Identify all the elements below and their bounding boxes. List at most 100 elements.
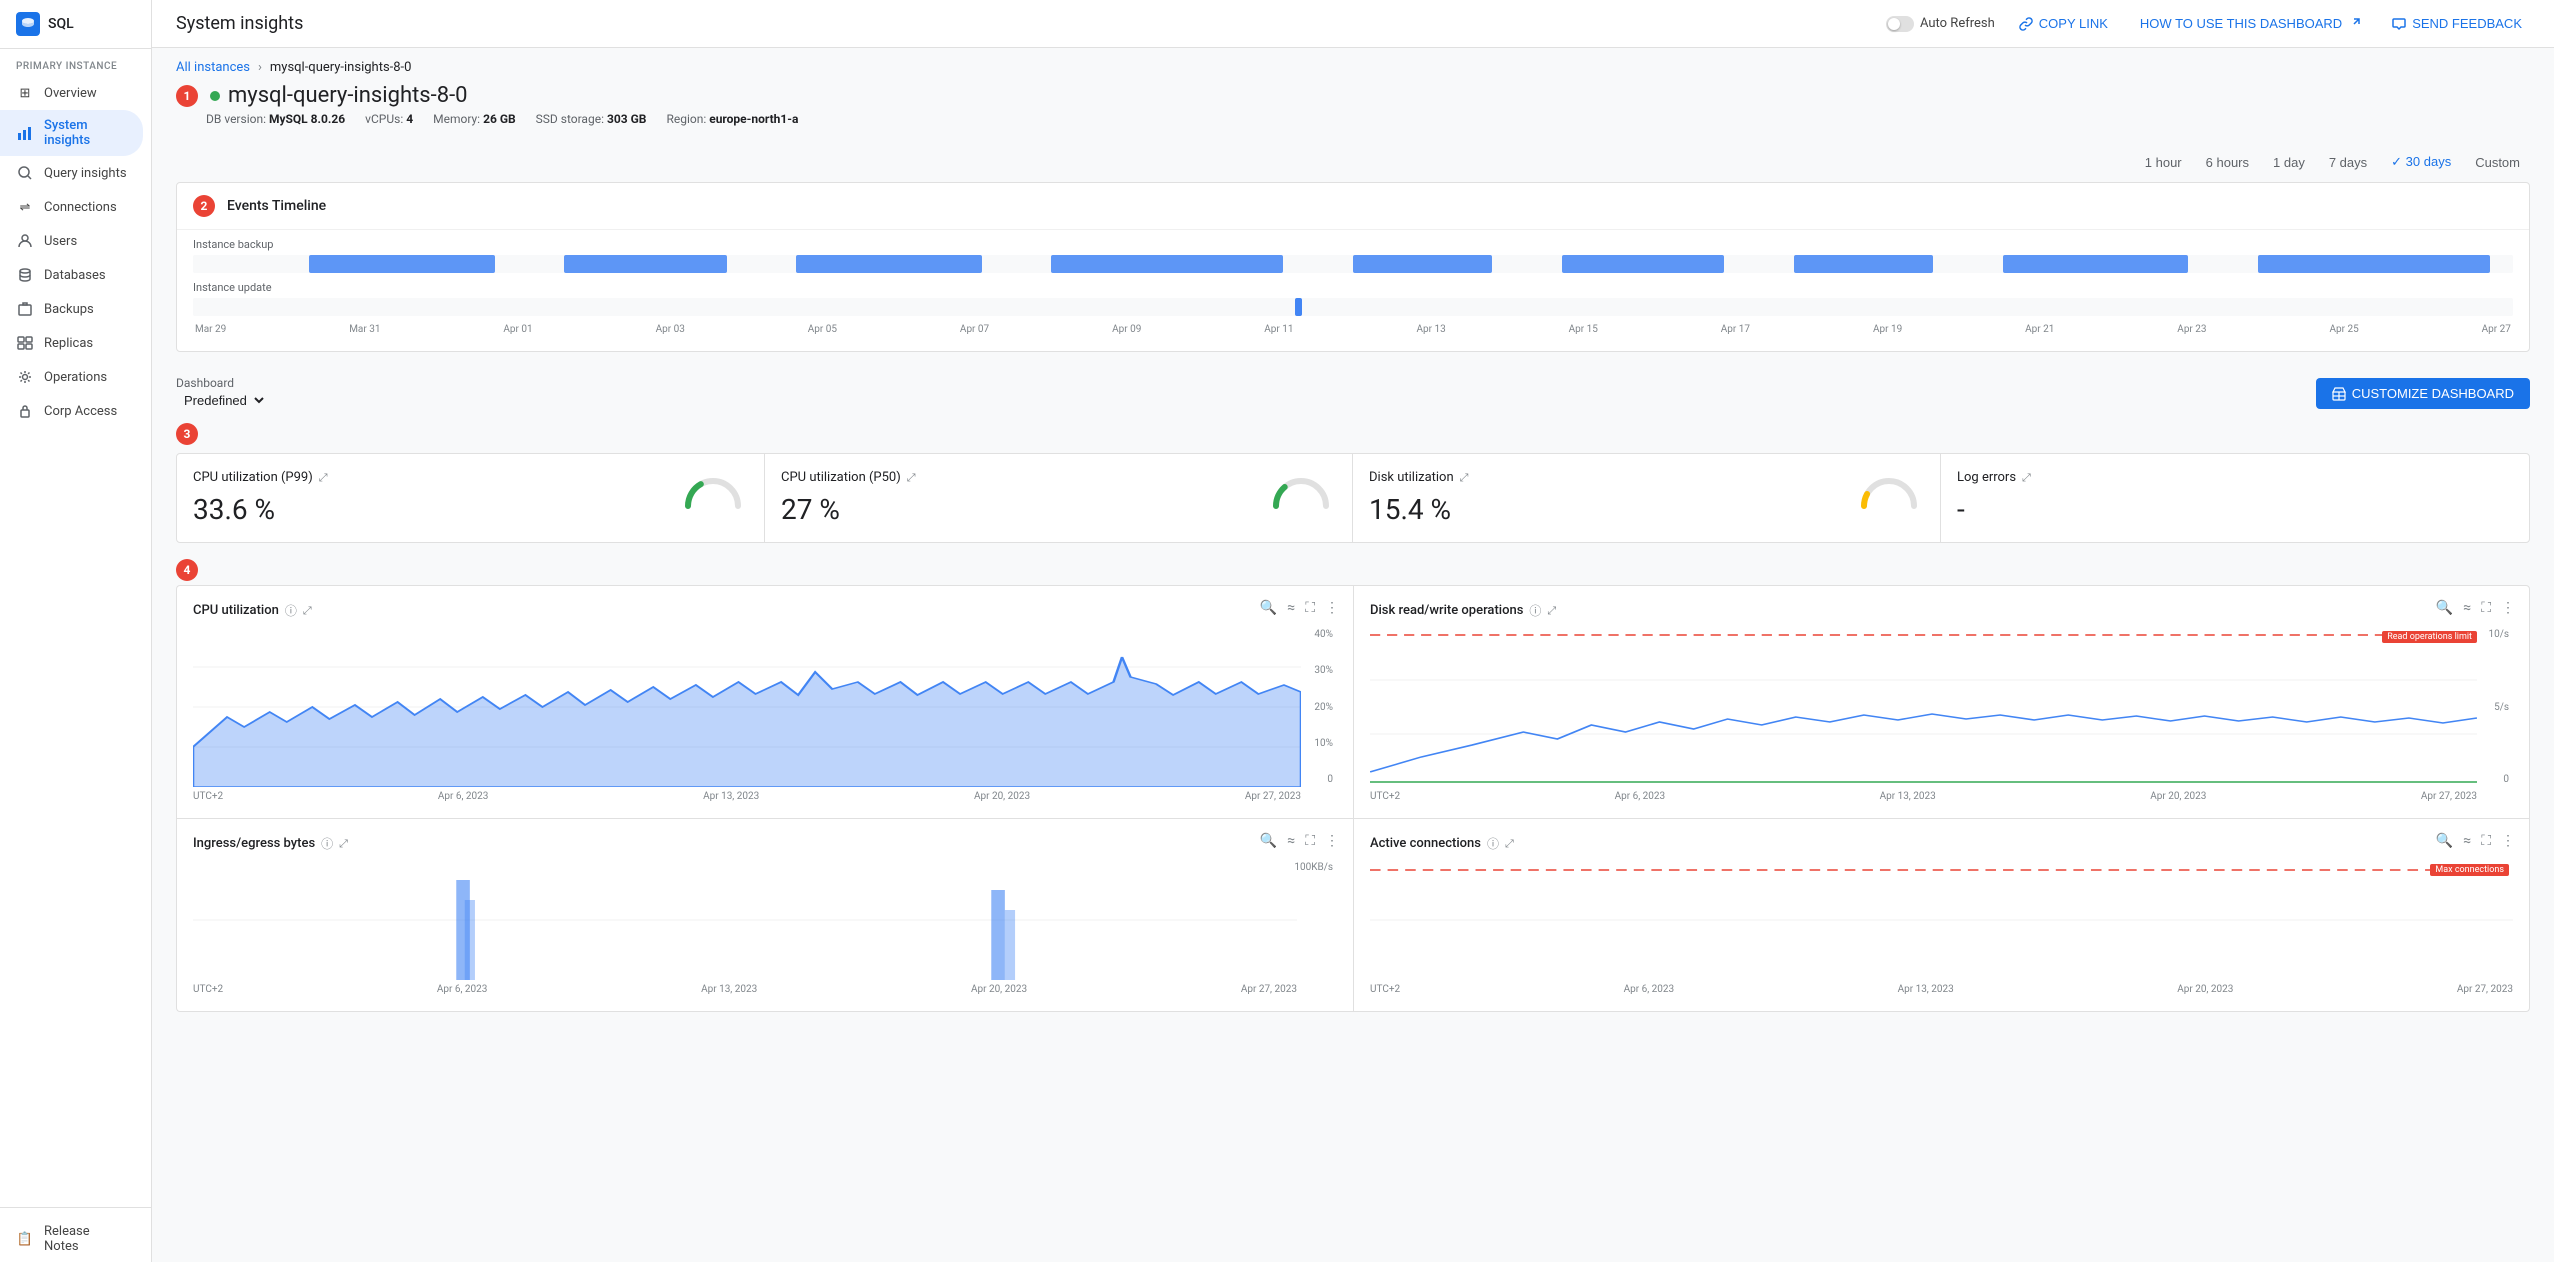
zoom-icon-cpu[interactable]: 🔍 [1258, 598, 1279, 618]
more-icon-active-conn[interactable]: ⋮ [2499, 831, 2517, 851]
info-icon-cpu-util[interactable]: ⓘ [285, 602, 297, 619]
ssd-storage: SSD storage: 303 GB [536, 112, 647, 126]
expand-icon-cpu-p99[interactable]: ⤢ [319, 471, 328, 485]
sidebar-item-label: Query insights [44, 166, 127, 181]
corp-access-icon [16, 402, 34, 420]
sidebar-item-label: Users [44, 234, 77, 249]
sidebar-item-label: System insights [44, 118, 127, 148]
expand-icon-disk-chart[interactable]: ⤢ [1547, 604, 1556, 618]
topbar-actions: Auto Refresh COPY LINK HOW TO USE THIS D… [1886, 12, 2530, 35]
time-btn-6hours[interactable]: 6 hours [2196, 151, 2259, 174]
more-icon-cpu[interactable]: ⋮ [1323, 598, 1341, 618]
zoom-icon-ingress[interactable]: 🔍 [1258, 831, 1279, 851]
max-connections-label: Max connections [2430, 864, 2509, 876]
sidebar-item-users[interactable]: Users [0, 224, 143, 258]
metric-value-cpu-p99: 33.6 % [193, 493, 748, 526]
main-content: System insights Auto Refresh COPY LINK H… [152, 0, 2554, 1262]
fullscreen-icon-cpu[interactable]: ⛶ [1303, 598, 1317, 618]
chart-title-cpu-util: CPU utilization ⓘ ⤢ [193, 602, 1337, 619]
sidebar-item-corp-access[interactable]: Corp Access [0, 394, 143, 428]
sidebar-item-operations[interactable]: Operations [0, 360, 143, 394]
sidebar-item-replicas[interactable]: Replicas [0, 326, 143, 360]
info-icon-ingress[interactable]: ⓘ [321, 835, 333, 852]
app-icon [16, 12, 40, 36]
more-icon-disk[interactable]: ⋮ [2499, 598, 2517, 618]
breadcrumb-all-instances[interactable]: All instances [176, 60, 250, 75]
timeline-row-update: Instance update [193, 281, 2513, 316]
fullscreen-icon-active-conn[interactable]: ⛶ [2479, 831, 2493, 851]
expand-icon-active-conn-chart[interactable]: ⤢ [1505, 837, 1514, 851]
auto-refresh-toggle[interactable] [1886, 16, 1914, 32]
expand-icon-cpu-chart[interactable]: ⤢ [303, 604, 312, 618]
copy-link-button[interactable]: COPY LINK [2011, 12, 2116, 35]
customize-dashboard-button[interactable]: CUSTOMIZE DASHBOARD [2316, 378, 2530, 409]
send-feedback-button[interactable]: SEND FEEDBACK [2384, 12, 2530, 35]
time-btn-custom[interactable]: Custom [2465, 151, 2530, 174]
disk-chart-x-axis: UTC+2 Apr 6, 2023 Apr 13, 2023 Apr 20, 2… [1370, 791, 2513, 802]
active-conn-chart-x-axis: UTC+2 Apr 6, 2023 Apr 13, 2023 Apr 20, 2… [1370, 984, 2513, 995]
expand-icon-ingress-chart[interactable]: ⤢ [339, 837, 348, 851]
more-icon-ingress[interactable]: ⋮ [1323, 831, 1341, 851]
time-btn-7days[interactable]: 7 days [2319, 151, 2377, 174]
compare-icon-disk[interactable]: ≈ [2461, 598, 2473, 618]
dashboard-select[interactable]: Predefined [176, 390, 267, 411]
system-insights-icon [16, 124, 34, 142]
gauge-cpu-p99 [678, 466, 748, 515]
customize-dashboard-label: CUSTOMIZE DASHBOARD [2352, 386, 2514, 401]
expand-icon-cpu-p50[interactable]: ⤢ [907, 471, 916, 485]
users-icon [16, 232, 34, 250]
how-to-button[interactable]: HOW TO USE THIS DASHBOARD [2132, 12, 2368, 35]
fullscreen-icon-disk[interactable]: ⛶ [2479, 598, 2493, 618]
chart-title-ingress-egress: Ingress/egress bytes ⓘ ⤢ [193, 835, 1337, 852]
gauge-disk-util [1854, 466, 1924, 515]
chart-area-cpu: 40% 30% 20% 10% 0 [193, 627, 1337, 787]
sidebar-item-overview[interactable]: ⊞ Overview [0, 76, 143, 110]
query-insights-icon [16, 164, 34, 182]
sidebar-item-connections[interactable]: ⇌ Connections [0, 190, 143, 224]
info-icon-active-conn[interactable]: ⓘ [1487, 835, 1499, 852]
time-btn-30days[interactable]: 30 days [2381, 150, 2461, 174]
instance-status-indicator [210, 91, 220, 101]
expand-icon-log-errors[interactable]: ⤢ [2022, 471, 2031, 485]
zoom-icon-disk[interactable]: 🔍 [2434, 598, 2455, 618]
dashboard-controls: Dashboard Predefined CUSTOMIZE DASHBOARD [152, 368, 2554, 423]
sidebar-item-databases[interactable]: Databases [0, 258, 143, 292]
sidebar-bottom: 📋 Release Notes [0, 1199, 151, 1262]
zoom-icon-active-conn[interactable]: 🔍 [2434, 831, 2455, 851]
sidebar-header: SQL [0, 0, 151, 49]
topbar: System insights Auto Refresh COPY LINK H… [152, 0, 2554, 48]
vcpus: vCPUs: 4 [365, 112, 413, 126]
time-btn-1day[interactable]: 1 day [2263, 151, 2315, 174]
step-2-label: 2 [193, 195, 215, 217]
metric-title-disk-util: Disk utilization ⤢ [1369, 470, 1924, 485]
fullscreen-icon-ingress[interactable]: ⛶ [1303, 831, 1317, 851]
backup-timeline-track [193, 255, 2513, 273]
sidebar-item-system-insights[interactable]: System insights [0, 110, 143, 156]
compare-icon-ingress[interactable]: ≈ [1285, 831, 1297, 851]
sidebar-item-query-insights[interactable]: Query insights [0, 156, 143, 190]
expand-icon-disk-util[interactable]: ⤢ [1460, 471, 1469, 485]
instance-metadata: DB version: MySQL 8.0.26 vCPUs: 4 Memory… [206, 112, 2530, 126]
read-operations-limit-label: Read operations limit [2382, 631, 2477, 643]
events-timeline-section: 2 Events Timeline Instance backup [176, 182, 2530, 352]
time-btn-1hour[interactable]: 1 hour [2135, 151, 2192, 174]
databases-icon [16, 266, 34, 284]
backup-row-label: Instance backup [193, 238, 2513, 251]
time-range-selector: 1 hour 6 hours 1 day 7 days 30 days Cust… [152, 142, 2554, 182]
memory: Memory: 26 GB [433, 112, 516, 126]
release-notes-icon: 📋 [16, 1230, 34, 1248]
instance-name: mysql-query-insights-8-0 [228, 83, 468, 108]
info-icon-disk-rw[interactable]: ⓘ [1529, 602, 1541, 619]
db-version: DB version: MySQL 8.0.26 [206, 112, 345, 126]
sidebar-item-backups[interactable]: Backups [0, 292, 143, 326]
sidebar-section: PRIMARY INSTANCE [0, 49, 151, 76]
sidebar-item-label: Databases [44, 268, 106, 283]
auto-refresh-control: Auto Refresh [1886, 16, 1995, 32]
compare-icon-active-conn[interactable]: ≈ [2461, 831, 2473, 851]
step-4-label: 4 [176, 559, 198, 581]
metric-cards: CPU utilization (P99) ⤢ 33.6 % CPU utili… [176, 453, 2530, 543]
chart-panel-active-conn: Active connections ⓘ ⤢ 🔍 ≈ ⛶ ⋮ Max conne… [1353, 819, 2530, 1012]
sidebar-item-release-notes[interactable]: 📋 Release Notes [0, 1216, 143, 1262]
chart-title-active-conn: Active connections ⓘ ⤢ [1370, 835, 2513, 852]
compare-icon-cpu[interactable]: ≈ [1285, 598, 1297, 618]
